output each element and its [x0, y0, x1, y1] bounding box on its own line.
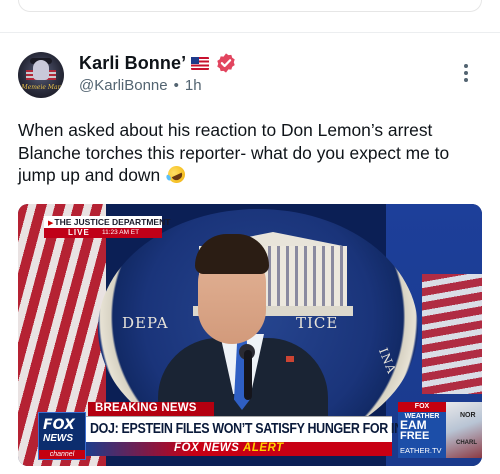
fox-news-logo: FOX NEWS channel: [38, 412, 86, 460]
logo-mid: NEWS: [43, 433, 73, 444]
microphone-stand: [244, 350, 252, 400]
post-body: When asked about his reaction to Don Lem…: [18, 120, 450, 185]
author-name[interactable]: Karli Bonne’: [79, 53, 186, 74]
alert-word: ALERT: [243, 442, 284, 454]
flag-stripes-right: [422, 274, 482, 394]
alert-bar: FOX NEWS ALERT: [86, 442, 392, 456]
rolling-on-floor-laughing-emoji-icon: [165, 163, 188, 186]
post-text: When asked about his reaction to Don Lem…: [18, 119, 488, 187]
author-row: Karli Bonne’: [79, 52, 237, 74]
video-player[interactable]: DEPA TICE INA THE JUSTICE DEPARTMENT LIV…: [18, 204, 482, 466]
event-title: THE JUSTICE DEPARTMENT: [48, 217, 170, 227]
headline-bar: DOJ: EPSTEIN FILES WON’T SATISFY HUNGER …: [86, 416, 420, 443]
weather-panel: FOX WEATHER EAM FREE EATHER.TV: [398, 402, 446, 458]
avatar-figure-graphic: [33, 60, 49, 80]
weather-line-3: EATHER.TV: [400, 446, 442, 455]
weather-line-2: FREE: [400, 430, 430, 442]
post-divider: [0, 32, 500, 33]
breaking-news-tag: BREAKING NEWS: [88, 402, 214, 416]
logo-top: FOX: [43, 417, 75, 433]
post-time[interactable]: 1h: [185, 77, 202, 94]
avatar[interactable]: Memeie Mar: [18, 52, 64, 98]
live-label: LIVE: [68, 228, 90, 237]
weather-map: NOR CHARL: [446, 402, 482, 458]
speaker-figure: [158, 234, 328, 438]
previous-post-card: [18, 0, 482, 12]
more-options-icon[interactable]: [461, 64, 471, 86]
author-meta: @KarliBonne • 1h: [79, 77, 202, 94]
alert-label: FOX NEWS ALERT: [174, 442, 284, 454]
seal-text-left: DEPA: [122, 314, 169, 332]
alert-brand: FOX NEWS: [174, 442, 240, 454]
map-label-top: NOR: [460, 412, 476, 419]
weather-tag: FOX WEATHER: [398, 402, 446, 420]
news-ticker: FOX NEWS channel BREAKING NEWS DOJ: EPST…: [38, 400, 482, 466]
avatar-caption: Memeie Mar: [21, 84, 61, 91]
meta-separator: •: [173, 77, 179, 94]
map-label-bottom: CHARL: [456, 440, 477, 446]
headline-text: DOJ: EPSTEIN FILES WON’T SATISFY HUNGER …: [90, 421, 420, 437]
live-time: 11:23 AM ET: [102, 229, 140, 236]
logo-bottom: channel: [39, 450, 85, 459]
author-handle[interactable]: @KarliBonne: [79, 77, 168, 94]
us-flag-icon: [191, 56, 210, 70]
verified-badge-icon: [217, 53, 235, 73]
event-overlay: THE JUSTICE DEPARTMENT LIVE 11:23 AM ET: [44, 216, 170, 238]
live-bar: LIVE 11:23 AM ET: [44, 228, 162, 238]
breaking-news-label: BREAKING NEWS: [95, 402, 197, 414]
